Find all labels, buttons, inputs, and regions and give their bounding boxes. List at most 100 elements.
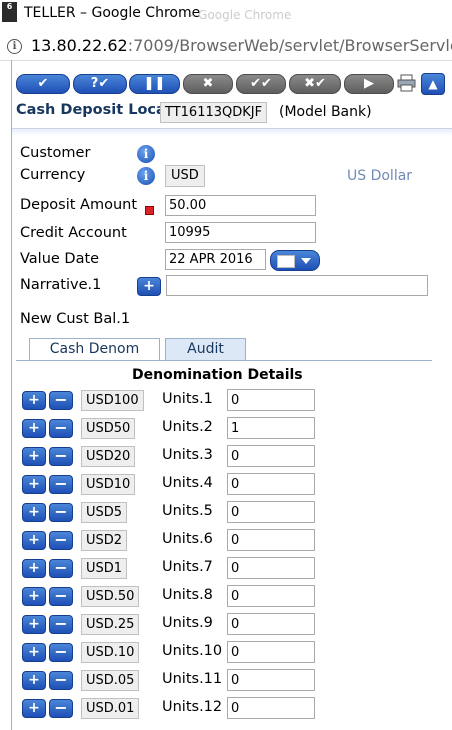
units-input[interactable] [227,585,315,607]
currency-label: Currency [20,167,86,183]
units-input[interactable] [227,389,315,411]
calendar-icon [277,255,295,268]
print-icon[interactable] [397,74,416,92]
remove-row-button[interactable]: − [49,475,73,494]
plus-icon: + [28,392,40,408]
currency-info-icon[interactable]: i [137,167,155,185]
plus-icon: + [28,476,40,492]
add-row-button[interactable]: + [22,587,46,606]
denomination-label: USD.25 [81,614,140,635]
denomination-label: USD50 [81,418,136,439]
units-input[interactable] [227,641,315,663]
remove-row-button[interactable]: − [49,643,73,662]
minus-icon: − [54,446,68,465]
minus-icon: − [54,698,68,717]
units-label: Units.11 [162,671,223,687]
upload-button[interactable]: ▲ [421,73,445,95]
units-label: Units.5 [162,503,213,519]
add-row-button[interactable]: + [22,671,46,690]
url-host: 13.80.22.62 [31,36,128,55]
add-row-button[interactable]: + [22,475,46,494]
remove-row-button[interactable]: − [49,671,73,690]
units-input[interactable] [227,529,315,551]
units-input[interactable] [227,473,315,495]
plus-icon: + [28,560,40,576]
denomination-label: USD.50 [81,586,140,607]
commit-button[interactable]: ✔ [16,74,70,94]
remove-row-button[interactable]: − [49,531,73,550]
value-date-label: Value Date [20,251,100,267]
add-row-button[interactable]: + [22,447,46,466]
remove-row-button[interactable]: − [49,615,73,634]
add-row-button[interactable]: + [22,615,46,634]
plus-icon: + [28,420,40,436]
remove-row-button[interactable]: − [49,391,73,410]
units-input[interactable] [227,669,315,691]
window-title-ghost: - Google Chrome [190,8,292,22]
units-label: Units.1 [162,391,213,407]
units-input[interactable] [227,417,315,439]
site-info-icon[interactable]: i [7,39,22,54]
plus-icon: + [28,504,40,520]
units-input[interactable] [227,445,315,467]
url-path: :7009/BrowserWeb/servlet/BrowserServlet [127,36,452,55]
units-input[interactable] [227,557,315,579]
minus-icon: − [54,530,68,549]
deposit-amount-label: Deposit Amount [20,197,138,213]
denomination-label: USD1 [81,558,128,579]
value-date-input[interactable] [165,249,266,270]
units-input[interactable] [227,697,315,719]
denomination-label: USD.01 [81,698,140,719]
hold-button[interactable]: ❚❚ [129,74,180,94]
units-input[interactable] [227,501,315,523]
add-row-button[interactable]: + [22,531,46,550]
minus-icon: − [54,642,68,661]
mandatory-marker [145,206,154,215]
tab-bar: Cash Denom Audit [16,338,432,361]
remove-row-button[interactable]: − [49,699,73,718]
units-label: Units.3 [162,447,213,463]
units-label: Units.4 [162,475,213,491]
units-label: Units.2 [162,419,213,435]
app-icon: 6 [2,2,17,22]
plus-icon: + [28,616,40,632]
validate-button[interactable]: ?✔ [73,74,127,94]
remove-row-button[interactable]: − [49,447,73,466]
minus-icon: − [54,418,68,437]
units-label: Units.6 [162,531,213,547]
remove-row-button[interactable]: − [49,587,73,606]
add-row-button[interactable]: + [22,419,46,438]
credit-account-input[interactable] [165,222,316,243]
authorise-button[interactable]: ✔✔ [236,74,286,94]
add-row-button[interactable]: + [22,503,46,522]
minus-icon: − [54,502,68,521]
url-text[interactable]: 13.80.22.62:7009/BrowserWeb/servlet/Brow… [31,36,452,55]
narrative-add-button[interactable]: + [137,277,161,296]
narrative-input[interactable] [166,275,428,296]
tab-cash-denom[interactable]: Cash Denom [29,338,160,360]
plus-icon: + [28,700,40,716]
remove-row-button[interactable]: − [49,503,73,522]
transaction-id: TT16113QDKJF [160,102,268,123]
denomination-label: USD20 [81,446,136,467]
units-input[interactable] [227,613,315,635]
deposit-amount-input[interactable] [165,195,316,216]
add-row-button[interactable]: + [22,699,46,718]
customer-info-icon[interactable]: i [137,145,155,163]
delete-button[interactable]: ✖ [183,74,233,94]
company-name: (Model Bank) [279,104,372,120]
add-row-button[interactable]: + [22,559,46,578]
remove-row-button[interactable]: − [49,419,73,438]
add-row-button[interactable]: + [22,643,46,662]
denomination-label: USD2 [81,530,128,551]
remove-row-button[interactable]: − [49,559,73,578]
denomination-label: USD100 [81,390,144,411]
next-button[interactable]: ▶ [344,74,394,94]
tab-audit[interactable]: Audit [165,338,246,360]
add-row-button[interactable]: + [22,391,46,410]
units-label: Units.9 [162,615,213,631]
currency-description: US Dollar [347,168,413,184]
window-titlebar: 6 TELLER – Google Chrome - Google Chrome [0,0,452,28]
reverse-button[interactable]: ✖✔ [289,74,341,94]
calendar-button[interactable] [270,250,320,271]
